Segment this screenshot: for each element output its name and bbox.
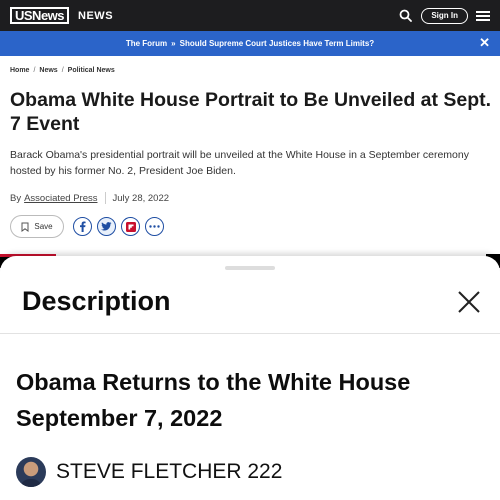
article-headline: Obama White House Portrait to Be Unveile… — [10, 89, 492, 135]
drag-handle[interactable] — [225, 266, 275, 270]
breadcrumb: Home / News / Political News — [10, 67, 115, 74]
logo-text: USNews — [10, 7, 70, 24]
breadcrumb-political-news[interactable]: Political News — [68, 67, 115, 74]
breadcrumb-news[interactable]: News — [39, 67, 57, 74]
close-icon[interactable] — [456, 289, 482, 315]
channel-info[interactable]: STEVE FLETCHER 222 — [16, 457, 282, 487]
article-actions: Save — [10, 215, 164, 238]
section-label[interactable]: NEWS — [78, 10, 113, 22]
more-icon[interactable] — [145, 217, 164, 236]
forum-topic-link[interactable]: Should Supreme Court Justices Have Term … — [180, 39, 375, 48]
bookmark-icon — [21, 222, 29, 232]
twitter-icon[interactable] — [97, 217, 116, 236]
flipboard-icon[interactable] — [121, 217, 140, 236]
forum-label: The Forum — [125, 39, 168, 48]
forum-banner-text: The Forum» Should Supreme Court Justices … — [126, 39, 374, 48]
forum-banner[interactable]: The Forum» Should Supreme Court Justices … — [0, 31, 500, 56]
hamburger-menu-icon[interactable] — [476, 9, 490, 23]
author-link[interactable]: Associated Press — [24, 193, 97, 204]
close-icon[interactable]: ✕ — [479, 36, 490, 50]
usnews-logo[interactable]: USNews — [10, 6, 70, 25]
page: USNews NEWS Sign In The Forum» Should Sup… — [0, 0, 500, 500]
forum-chevron: » — [171, 39, 176, 48]
save-label: Save — [34, 222, 53, 231]
video-title: Obama Returns to the White House Septemb… — [16, 369, 411, 431]
byline-prefix: By — [10, 192, 22, 204]
breadcrumb-separator: / — [61, 67, 64, 74]
sign-in-button[interactable]: Sign In — [421, 7, 468, 24]
publish-date: July 28, 2022 — [112, 192, 170, 204]
breadcrumb-home[interactable]: Home — [10, 67, 29, 74]
sheet-divider — [0, 333, 500, 334]
byline-divider — [104, 192, 106, 204]
top-nav-bar: USNews NEWS Sign In — [0, 0, 500, 31]
channel-name[interactable]: STEVE FLETCHER 222 — [56, 460, 282, 484]
sheet-title: Description — [22, 286, 171, 316]
byline: By Associated Press July 28, 2022 — [10, 192, 169, 204]
share-buttons — [73, 217, 164, 236]
search-icon[interactable] — [397, 8, 413, 24]
description-sheet: Description Obama Returns to the White H… — [0, 256, 500, 500]
save-button[interactable]: Save — [10, 215, 64, 238]
article-summary: Barack Obama's presidential portrait wil… — [10, 149, 469, 177]
facebook-icon[interactable] — [73, 217, 92, 236]
avatar[interactable] — [16, 457, 46, 487]
top-nav-actions: Sign In — [397, 7, 490, 24]
breadcrumb-separator: / — [33, 67, 36, 74]
